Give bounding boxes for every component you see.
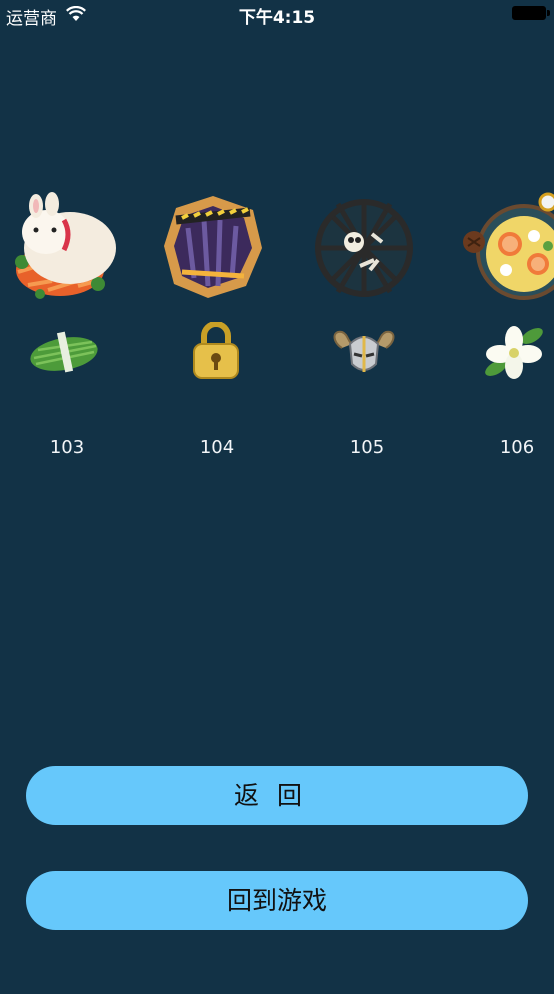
cage-door-icon bbox=[164, 196, 262, 298]
caged-skull-icon bbox=[315, 199, 413, 297]
back-button[interactable]: 返回 bbox=[26, 766, 528, 825]
clock: 下午4:15 bbox=[238, 8, 316, 28]
level-item-103[interactable]: 103 bbox=[0, 190, 120, 470]
battery-cap bbox=[547, 10, 550, 16]
fruit-plate-icon bbox=[463, 192, 554, 300]
level-item-106[interactable]: 106 bbox=[450, 190, 554, 470]
horned-helmet-icon bbox=[333, 330, 395, 372]
status-bar: 运营商 下午4:15 bbox=[0, 0, 554, 29]
level-number: 103 bbox=[49, 437, 85, 458]
green-bundle-icon bbox=[30, 331, 98, 373]
battery-icon bbox=[512, 6, 546, 20]
back-to-game-button[interactable]: 回到游戏 bbox=[26, 871, 528, 930]
level-number: 104 bbox=[199, 437, 235, 458]
level-number: 105 bbox=[349, 437, 385, 458]
level-item-104[interactable]: 104 bbox=[150, 190, 270, 470]
white-flower-icon bbox=[485, 326, 543, 379]
rabbit-on-carrots-icon bbox=[15, 192, 116, 299]
level-item-105[interactable]: 105 bbox=[300, 190, 420, 470]
golden-padlock-icon bbox=[193, 322, 239, 379]
level-number: 106 bbox=[499, 437, 535, 458]
